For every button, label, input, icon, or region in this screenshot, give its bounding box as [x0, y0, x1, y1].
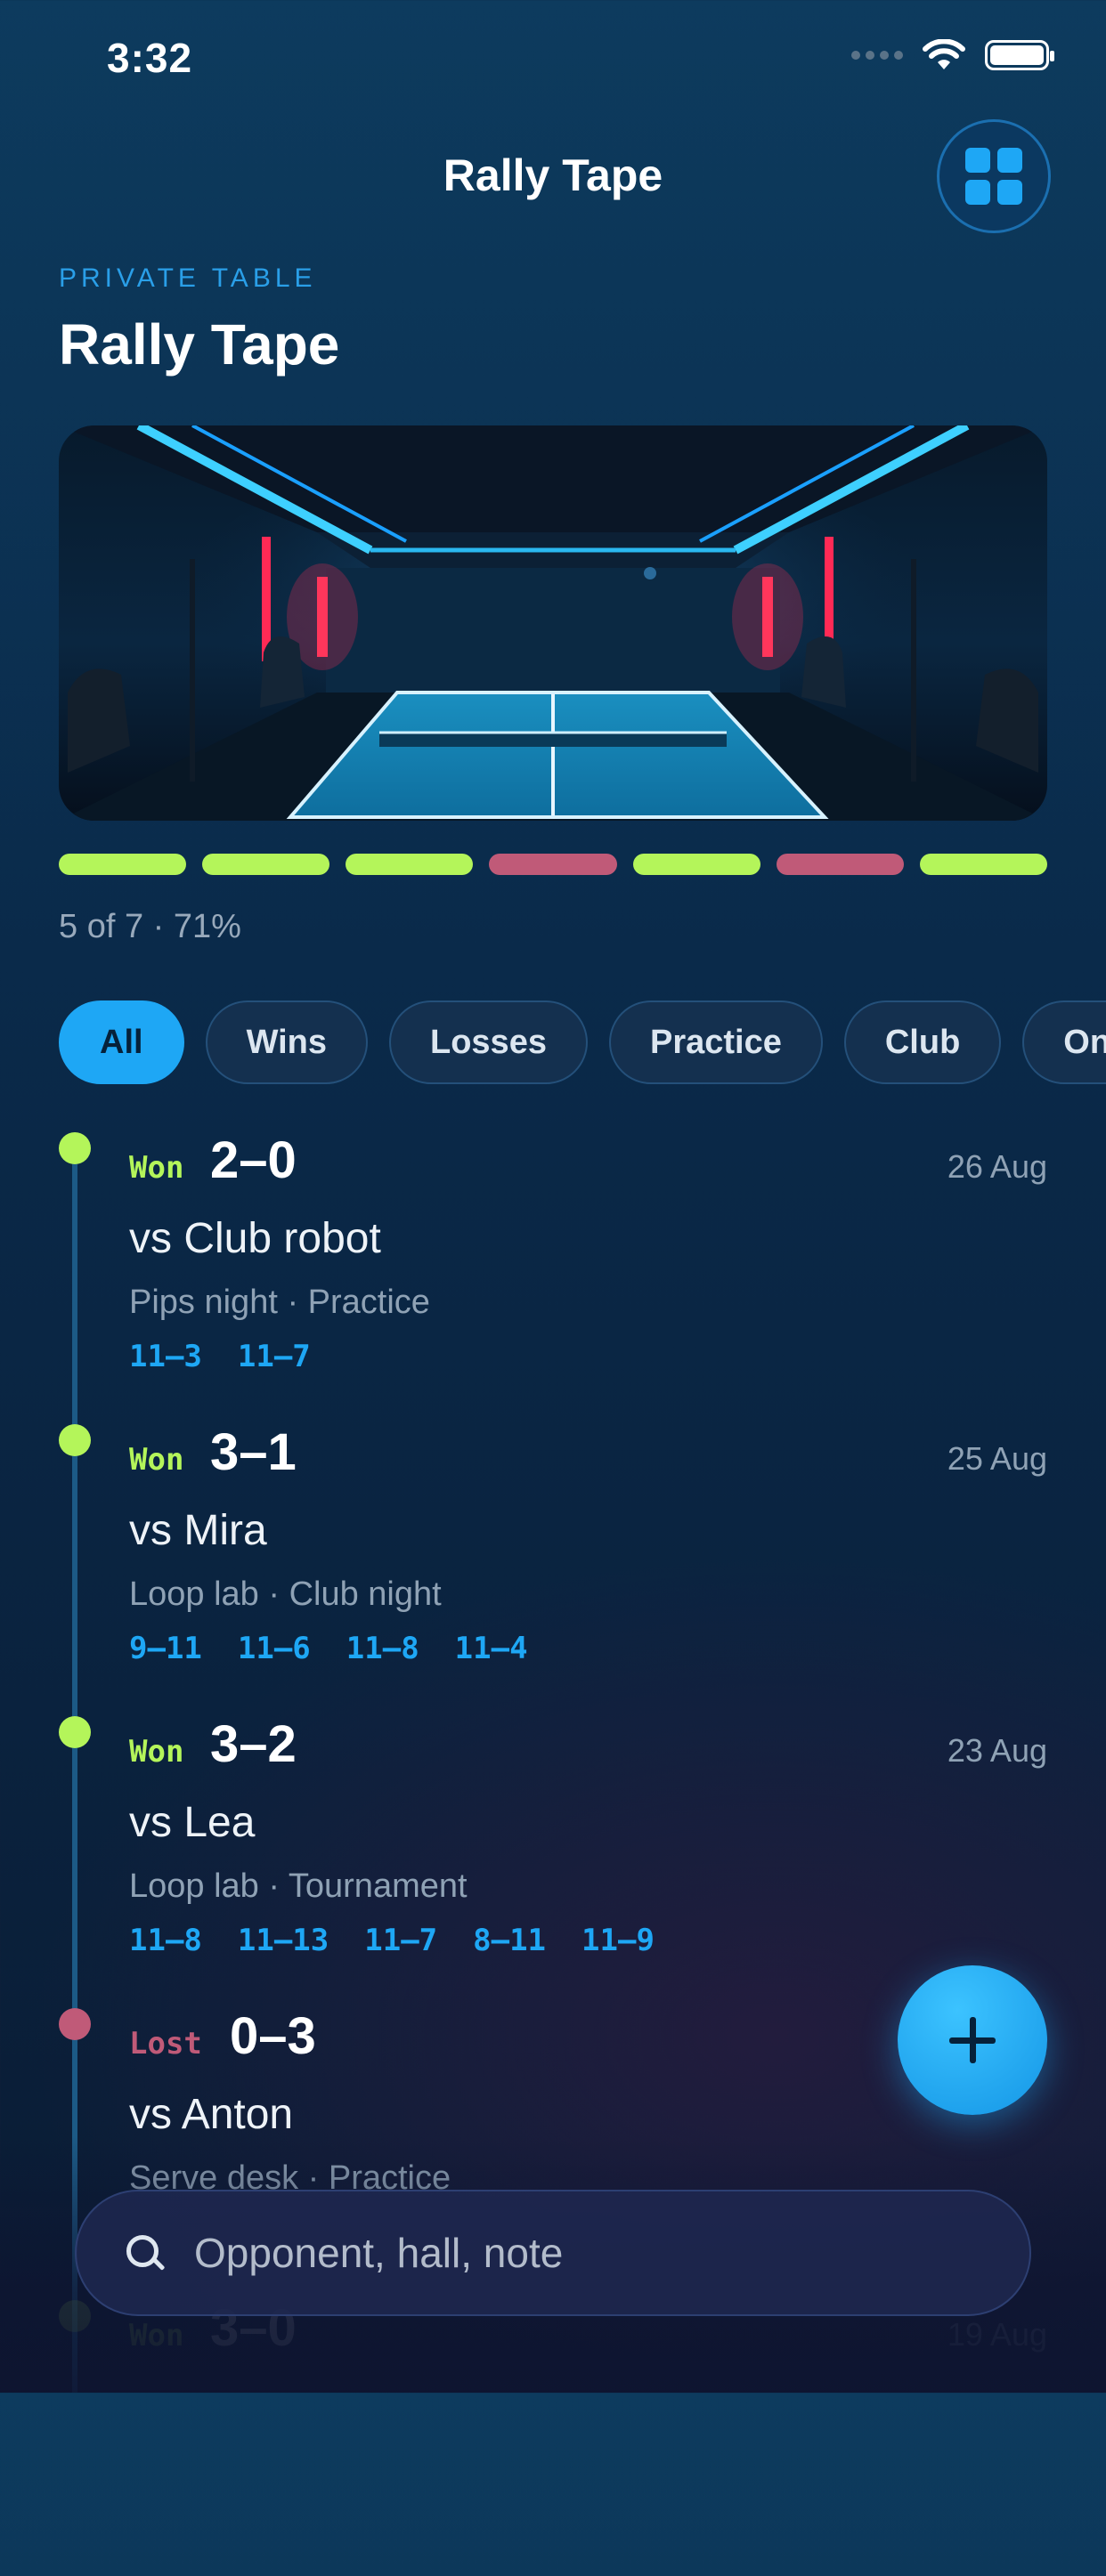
win-dot — [59, 1716, 91, 1748]
match-sets: 9–11 11–6 11–8 11–4 — [129, 1631, 528, 1666]
page-title: Rally Tape — [59, 312, 340, 377]
progress-segments — [59, 854, 1047, 875]
match-sets: 11–8 11–13 11–7 8–11 11–9 — [129, 1923, 655, 1958]
grid-menu-button[interactable] — [937, 119, 1051, 233]
page-eyebrow: PRIVATE TABLE — [59, 263, 317, 293]
status-icons — [851, 39, 1054, 71]
set-score: 11–6 — [237, 1631, 311, 1666]
win-dot — [59, 1132, 91, 1164]
filter-chip-practice[interactable]: Practice — [608, 1000, 823, 1084]
match-opponent: vs Lea — [129, 1799, 256, 1846]
set-score: 11–13 — [237, 1923, 329, 1958]
filter-chip-all[interactable]: All — [59, 1000, 184, 1084]
match-result: Won — [129, 1442, 184, 1478]
match-date: 25 Aug — [947, 1440, 1047, 1477]
status-time: 3:32 — [107, 35, 193, 81]
set-score: 11–9 — [581, 1923, 655, 1958]
match-result: Lost — [129, 2026, 202, 2062]
progress-summary: 5 of 7 · 71% — [59, 908, 241, 945]
match-opponent: vs Anton — [129, 2091, 294, 2138]
match-item[interactable]: Won 3–2 23 Aug vs Lea Loop lab · Tournament 1… — [0, 1715, 1106, 1992]
match-item[interactable]: Won 3–1 25 Aug vs Mira Loop lab · Club night… — [0, 1423, 1106, 1700]
match-meta: Pips night · Practice — [129, 1284, 430, 1321]
match-score: 2–0 — [210, 1131, 297, 1189]
set-score: 11–4 — [454, 1631, 528, 1666]
grid-icon — [965, 148, 1022, 205]
wifi-icon — [923, 39, 965, 69]
match-result: Won — [129, 1150, 184, 1186]
filter-chip-wins[interactable]: Wins — [205, 1000, 368, 1084]
loss-dot — [59, 2008, 91, 2040]
segment-win — [919, 854, 1047, 875]
filter-chip-losses[interactable]: Losses — [389, 1000, 588, 1084]
set-score: 11–7 — [364, 1923, 438, 1958]
hero-image — [59, 425, 1047, 821]
win-dot — [59, 1424, 91, 1456]
segment-win — [202, 854, 330, 875]
match-sets: 11–3 11–7 — [129, 1339, 311, 1374]
segment-win — [346, 854, 474, 875]
search-icon — [126, 2235, 162, 2271]
set-score: 11–7 — [237, 1339, 311, 1374]
filter-chip-on-t[interactable]: On-t — [1022, 1000, 1106, 1084]
match-opponent: vs Mira — [129, 1507, 267, 1554]
cellular-signal-icon — [851, 51, 903, 60]
set-score: 8–11 — [473, 1923, 547, 1958]
add-match-button[interactable] — [898, 1965, 1047, 2115]
match-score: 3–1 — [210, 1423, 297, 1481]
plus-icon — [949, 2017, 996, 2063]
match-score: 3–2 — [210, 1715, 297, 1773]
match-date: 26 Aug — [947, 1148, 1047, 1185]
search-input[interactable] — [192, 2228, 908, 2278]
segment-loss — [776, 854, 904, 875]
match-item[interactable]: Won 2–0 26 Aug vs Club robot Pips night · Pr… — [0, 1131, 1106, 1408]
match-result: Won — [129, 1734, 184, 1770]
search-bar[interactable] — [75, 2190, 1031, 2316]
match-meta: Loop lab · Club night — [129, 1576, 442, 1613]
set-score: 11–3 — [129, 1339, 202, 1374]
segment-win — [59, 854, 187, 875]
filter-chip-club[interactable]: Club — [843, 1000, 1002, 1084]
filter-chips: AllWinsLossesPracticeClubOn-t — [59, 1000, 1106, 1084]
set-score: 11–8 — [346, 1631, 419, 1666]
segment-loss — [489, 854, 617, 875]
set-score: 9–11 — [129, 1631, 202, 1666]
set-score: 11–8 — [129, 1923, 202, 1958]
match-opponent: vs Club robot — [129, 1215, 381, 1262]
match-date: 23 Aug — [947, 1732, 1047, 1769]
match-score: 0–3 — [230, 2007, 316, 2065]
battery-icon — [985, 40, 1054, 70]
segment-win — [632, 854, 760, 875]
match-meta: Loop lab · Tournament — [129, 1867, 468, 1905]
